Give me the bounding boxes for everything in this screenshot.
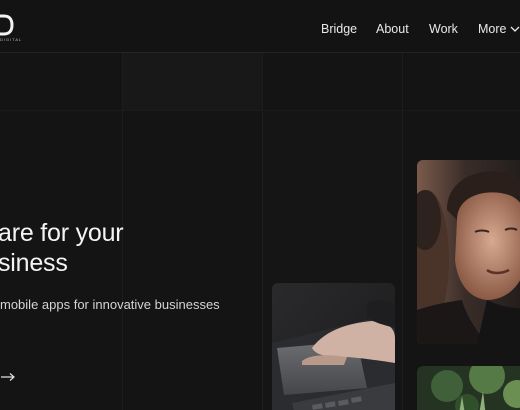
hero-title: are for your siness (0, 218, 124, 278)
grid-line (402, 52, 403, 410)
arrow-right-icon[interactable] (0, 372, 16, 382)
grid-line (0, 110, 520, 111)
portrait-photo (417, 160, 520, 344)
plant-image (417, 366, 520, 410)
nav-link-bridge[interactable]: Bridge (321, 22, 357, 36)
smiling-person-image (417, 160, 520, 344)
nav-more-label: More (478, 22, 507, 36)
nav-dropdown-more[interactable]: More (478, 22, 520, 36)
hero-subtitle: mobile apps for innovative businesses (0, 297, 220, 312)
plant-photo (417, 366, 520, 410)
background-tile (122, 52, 262, 110)
site-header: DIGITAL Bridge About Work More (0, 0, 520, 53)
hero-title-line-1: are for your (0, 219, 124, 247)
logo-subtext: DIGITAL (0, 37, 23, 42)
page: DIGITAL Bridge About Work More are for y… (0, 0, 520, 410)
laptop-hand-image (272, 283, 395, 410)
logo-mark-icon (0, 14, 14, 36)
grid-line (262, 52, 263, 410)
nav-link-about[interactable]: About (376, 22, 409, 36)
chevron-down-icon (511, 26, 520, 32)
logo[interactable] (0, 14, 14, 36)
hero-title-line-2: siness (0, 249, 68, 277)
laptop-photo (272, 283, 395, 410)
nav-link-work[interactable]: Work (429, 22, 458, 36)
